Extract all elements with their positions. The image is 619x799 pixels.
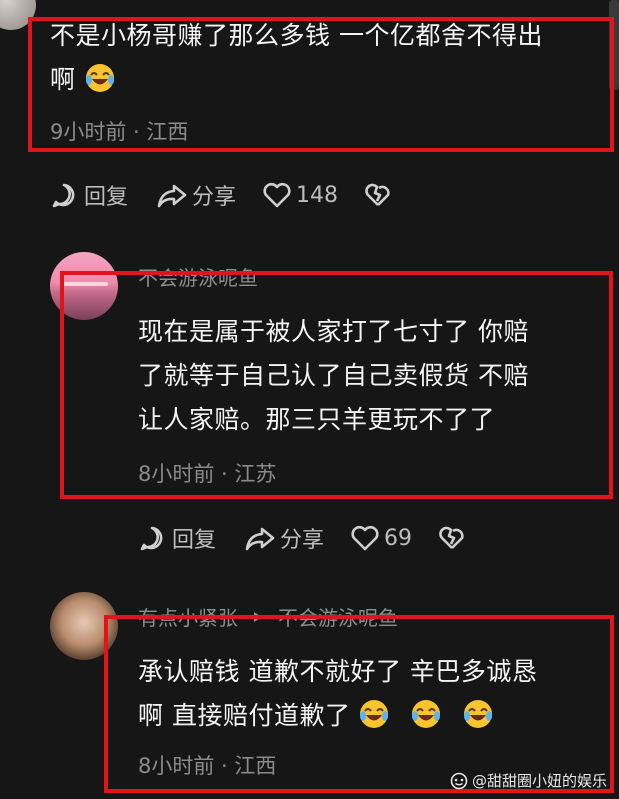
dislike-button[interactable] xyxy=(364,181,392,209)
comment-bubble-icon xyxy=(52,183,75,208)
share-label: 分享 xyxy=(280,528,325,553)
like-button[interactable]: 69 xyxy=(350,524,412,552)
like-count: 148 xyxy=(296,182,339,208)
like-count: 69 xyxy=(384,525,413,551)
reply-label: 回复 xyxy=(172,528,217,553)
share-arrow-icon xyxy=(157,184,187,208)
comment-2-actions: 回复 分享 69 xyxy=(138,522,466,554)
watermark-text: @甜甜圈小妞的娱乐 xyxy=(471,772,607,790)
reply-button[interactable]: 回复 xyxy=(138,522,216,554)
heart-icon xyxy=(263,182,291,208)
share-label: 分享 xyxy=(192,185,237,210)
share-button[interactable]: 分享 xyxy=(156,179,236,211)
toutiao-logo-icon xyxy=(450,772,468,789)
watermark: @甜甜圈小妞的娱乐 xyxy=(450,770,607,791)
broken-heart-icon xyxy=(365,183,390,206)
reply-label: 回复 xyxy=(84,185,129,210)
heart-icon xyxy=(351,525,379,551)
highlight-box-2 xyxy=(60,271,613,499)
share-arrow-icon xyxy=(245,527,275,551)
highlight-box-3 xyxy=(104,615,614,793)
broken-heart-icon xyxy=(439,526,464,549)
comment-bubble-icon xyxy=(140,526,163,551)
reply-button[interactable]: 回复 xyxy=(50,179,128,211)
highlight-box-1 xyxy=(28,17,614,152)
like-button[interactable]: 148 xyxy=(262,181,338,209)
share-button[interactable]: 分享 xyxy=(244,522,324,554)
comment-1-actions: 回复 分享 148 xyxy=(50,179,392,211)
dislike-button[interactable] xyxy=(438,524,466,552)
